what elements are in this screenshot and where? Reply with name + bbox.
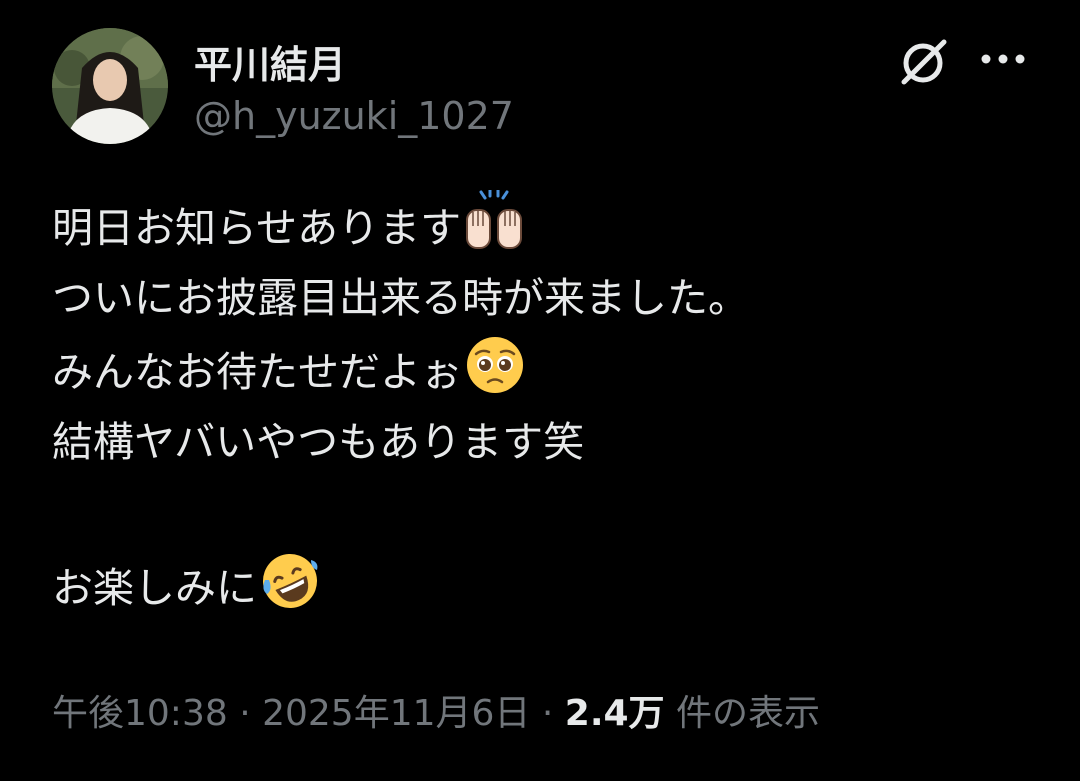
meta-separator: · — [227, 693, 263, 734]
avatar[interactable] — [52, 28, 168, 144]
raising-hands-emoji — [463, 190, 525, 252]
display-name[interactable]: 平川結月 — [194, 34, 346, 89]
tweet-text: 明日お知らせあります ついにお披露目出来る時が来ました。 みんなお待たせだよぉ … — [52, 190, 1052, 622]
tweet-line-text: ついにお披露目出来る時が来ました。 — [52, 274, 749, 322]
rolling-on-floor-laughing-emoji — [259, 550, 321, 612]
views-label: 件の表示 — [664, 693, 821, 734]
views-count[interactable]: 2.4万 — [565, 693, 665, 734]
tweet-line: お楽しみに — [52, 550, 1052, 622]
tweet-line-text: 結構ヤバいやつもあります笑 — [52, 418, 585, 466]
pleading-face-emoji — [464, 334, 526, 396]
tweet-line: ついにお披露目出来る時が来ました。 — [52, 262, 1052, 334]
tweet-line: 結構ヤバいやつもあります笑 — [52, 406, 1052, 478]
tweet-line: 明日お知らせあります — [52, 190, 1052, 262]
tweet-meta: 午後10:38 · 2025年11月6日 · 2.4万 件の表示 — [52, 684, 820, 736]
tweet-line-empty — [52, 478, 1052, 550]
more-horizontal-icon[interactable] — [978, 42, 1028, 76]
tweet-line-text: みんなお待たせだよぉ — [52, 348, 462, 396]
user-handle[interactable]: @h_yuzuki_1027 — [194, 94, 514, 138]
grok-icon[interactable] — [896, 34, 950, 88]
tweet-date[interactable]: 2025年11月6日 — [262, 693, 530, 734]
tweet-line-text: 明日お知らせあります — [52, 204, 462, 252]
tweet-line-text: お楽しみに — [52, 564, 257, 612]
tweet-line: みんなお待たせだよぉ — [52, 334, 1052, 406]
tweet-time[interactable]: 午後10:38 — [52, 693, 228, 734]
meta-separator: · — [530, 693, 565, 734]
